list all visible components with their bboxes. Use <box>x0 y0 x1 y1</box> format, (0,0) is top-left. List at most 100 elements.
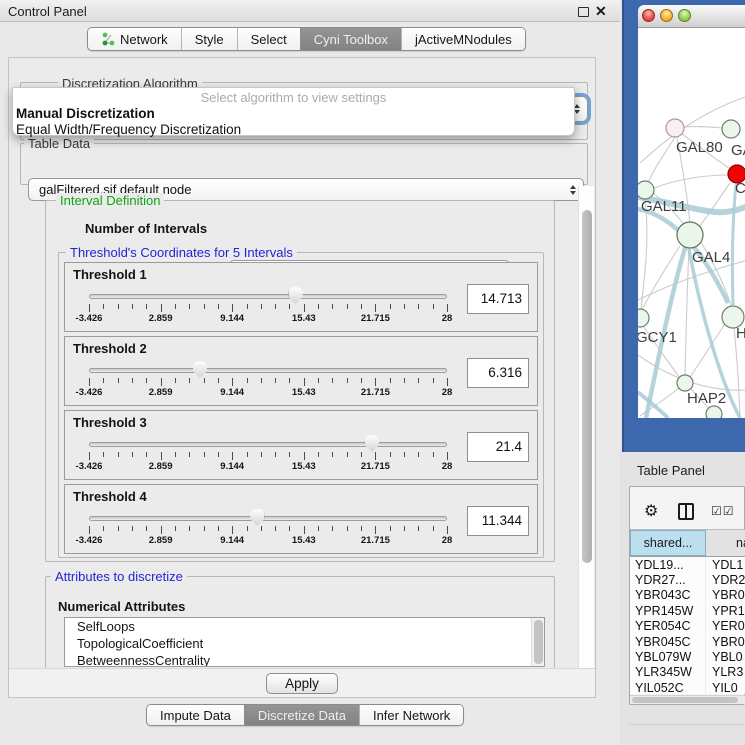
slider-track[interactable] <box>89 516 447 521</box>
network-edge <box>684 127 722 128</box>
table-row[interactable]: YER054CYER0 <box>630 619 745 634</box>
network-canvas[interactable]: GAL80GACGAL11GAL4GCY1HHAP2 <box>638 28 745 418</box>
tab-label: Style <box>195 32 224 47</box>
table-row[interactable]: YBR045CYBR0 <box>630 634 745 649</box>
threshold-box-3: Threshold 3-3.4262.8599.14415.4321.71528… <box>64 410 538 480</box>
threshold-value-field[interactable]: 14.713 <box>467 284 529 314</box>
slider-thumb[interactable] <box>365 435 379 452</box>
algorithm-option-equal-width-frequency-discretization[interactable]: Equal Width/Frequency Discretization <box>13 121 574 137</box>
node-label: HAP2 <box>687 390 726 407</box>
network-node[interactable] <box>677 375 693 391</box>
checkbox-pair-icon[interactable]: ☑☑ <box>711 504 735 518</box>
network-edge <box>642 246 680 310</box>
cell-name[interactable]: YLR3 <box>706 665 745 679</box>
table-hscrollbar[interactable] <box>630 695 745 704</box>
tab-jactivemnodules[interactable]: jActiveMNodules <box>401 28 525 50</box>
network-node[interactable] <box>638 181 654 199</box>
attribute-item-betweennesscentrality[interactable]: BetweennessCentrality <box>65 652 544 667</box>
tab-label: Cyni Toolbox <box>314 32 388 47</box>
slider-track[interactable] <box>89 368 447 373</box>
mac-zoom-icon[interactable] <box>678 9 691 22</box>
tab-select[interactable]: Select <box>237 28 300 50</box>
attributes-listbox[interactable]: SelfLoopsTopologicalCoefficientBetweenne… <box>64 617 545 667</box>
threshold-box-2: Threshold 2-3.4262.8599.14415.4321.71528… <box>64 336 538 406</box>
divider <box>629 724 745 725</box>
cell-shared-name[interactable]: YBL079W <box>630 650 706 664</box>
control-panel-titlebar <box>0 0 620 22</box>
apply-button[interactable]: Apply <box>266 673 338 694</box>
cell-name[interactable]: YBR0 <box>706 635 745 649</box>
table-row[interactable]: YIL052CYIL0 <box>630 680 745 694</box>
column-header-shared[interactable]: shared... <box>630 530 706 556</box>
cell-name[interactable]: YDL1 <box>706 558 745 572</box>
control-panel-title: Control Panel <box>8 4 87 19</box>
table-row[interactable]: YDR27...YDR2 <box>630 572 745 587</box>
table-row[interactable]: YDL19...YDL1 <box>630 557 745 572</box>
gear-icon[interactable]: ⚙ <box>644 501 658 521</box>
float-window-icon[interactable] <box>578 7 589 17</box>
table-data-group-title: Table Data <box>24 136 94 151</box>
table-hscrollbar-thumb[interactable] <box>632 697 738 703</box>
table-row[interactable]: YPR145WYPR1 <box>630 603 745 618</box>
slider-tick-labels: -3.4262.8599.14415.4321.71528 <box>89 313 447 325</box>
tab-discretize-data[interactable]: Discretize Data <box>244 705 359 725</box>
table-row[interactable]: YLR345WYLR3 <box>630 665 745 680</box>
numerical-attributes-label: Numerical Attributes <box>58 599 185 614</box>
tab-cyni-toolbox[interactable]: Cyni Toolbox <box>300 28 401 50</box>
slider-track[interactable] <box>89 294 447 299</box>
table-header: shared... na <box>630 529 745 557</box>
panel-scrollbar-thumb[interactable] <box>582 210 592 563</box>
cell-shared-name[interactable]: YLR345W <box>630 665 706 679</box>
close-icon[interactable]: ✕ <box>595 3 607 20</box>
algorithm-dropdown-popup: Select algorithm to view settings Manual… <box>12 87 575 136</box>
cell-shared-name[interactable]: YER054C <box>630 619 706 633</box>
cell-name[interactable]: YIL0 <box>706 681 745 694</box>
threshold-value-field[interactable]: 21.4 <box>467 432 529 462</box>
mac-minimize-icon[interactable] <box>660 9 673 22</box>
node-label: GA <box>731 142 745 159</box>
tab-impute-data[interactable]: Impute Data <box>147 705 244 725</box>
network-node[interactable] <box>677 222 703 248</box>
network-node[interactable] <box>706 406 722 418</box>
table-row[interactable]: YBR043CYBR0 <box>630 588 745 603</box>
slider-track[interactable] <box>89 442 447 447</box>
tab-infer-network[interactable]: Infer Network <box>359 705 463 725</box>
cell-name[interactable]: YPR1 <box>706 604 745 618</box>
cell-shared-name[interactable]: YDL19... <box>630 558 706 572</box>
threshold-value-field[interactable]: 6.316 <box>467 358 529 388</box>
cell-name[interactable]: YBL0 <box>706 650 745 664</box>
tab-label: Discretize Data <box>258 708 346 723</box>
cell-name[interactable]: YDR2 <box>706 573 745 587</box>
cell-name[interactable]: YER0 <box>706 619 745 633</box>
cell-name[interactable]: YBR0 <box>706 588 745 602</box>
slider-tick-labels: -3.4262.8599.14415.4321.71528 <box>89 387 447 399</box>
attribute-item-selfloops[interactable]: SelfLoops <box>65 618 544 635</box>
threshold-value-field[interactable]: 11.344 <box>467 506 529 536</box>
threshold-label: Threshold 3 <box>73 415 147 430</box>
cell-shared-name[interactable]: YPR145W <box>630 604 706 618</box>
cell-shared-name[interactable]: YBR043C <box>630 588 706 602</box>
slider-thumb[interactable] <box>193 361 207 378</box>
network-edge-thick <box>732 184 736 305</box>
panel-scrollbar[interactable] <box>578 186 594 668</box>
cell-shared-name[interactable]: YIL052C <box>630 681 706 694</box>
algorithm-option-manual-discretization[interactable]: Manual Discretization <box>13 105 574 121</box>
apply-row: Apply <box>9 668 595 697</box>
cell-shared-name[interactable]: YBR045C <box>630 635 706 649</box>
tab-style[interactable]: Style <box>181 28 237 50</box>
cell-shared-name[interactable]: YDR27... <box>630 573 706 587</box>
tab-network[interactable]: Network <box>88 28 181 50</box>
list-scrollbar[interactable] <box>531 618 544 666</box>
column-header-name[interactable]: na <box>706 530 745 556</box>
attribute-item-topologicalcoefficient[interactable]: TopologicalCoefficient <box>65 635 544 652</box>
node-label: GAL11 <box>641 198 687 215</box>
slider-thumb[interactable] <box>289 287 303 304</box>
mac-close-icon[interactable] <box>642 9 655 22</box>
column-layout-icon[interactable] <box>678 503 694 520</box>
network-node[interactable] <box>666 119 684 137</box>
slider-thumb[interactable] <box>250 509 264 526</box>
table-row[interactable]: YBL079WYBL0 <box>630 649 745 664</box>
network-node[interactable] <box>722 120 740 138</box>
thresholds-group-title: Threshold's Coordinates for 5 Intervals <box>66 245 297 260</box>
network-node[interactable] <box>638 309 649 327</box>
